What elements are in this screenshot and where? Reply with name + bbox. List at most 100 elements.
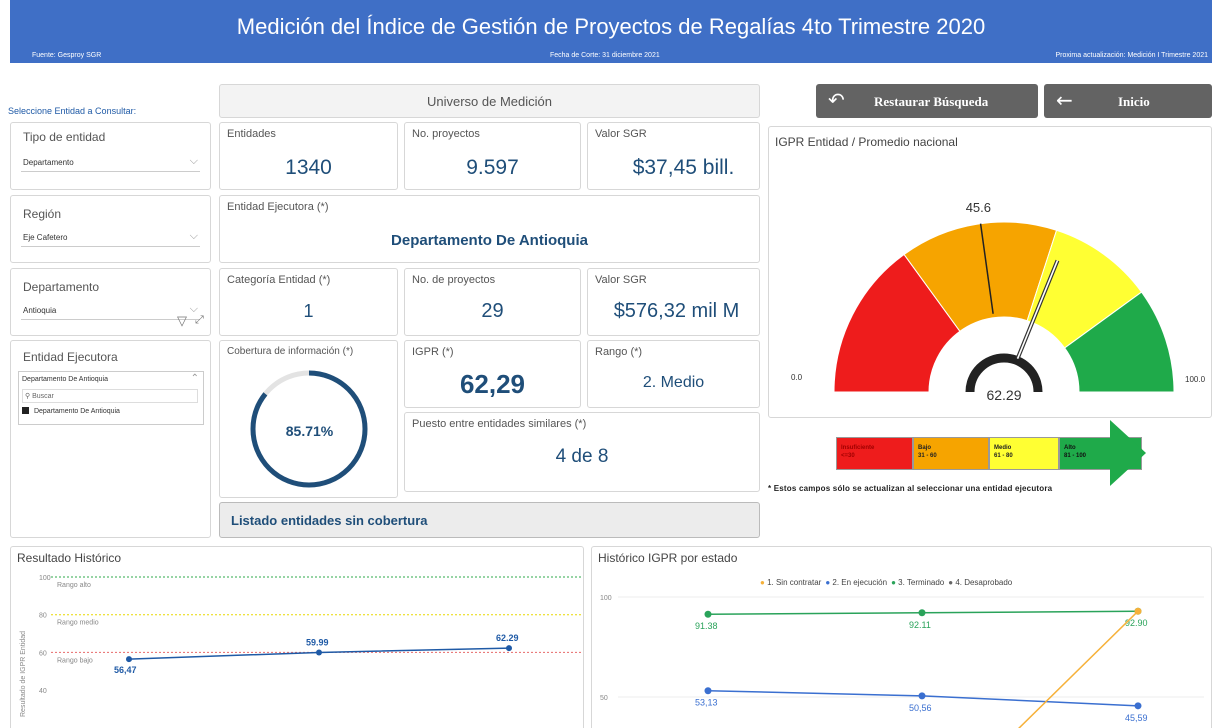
y-tick-label: 80 [39,613,47,620]
reference-line-label: Rango alto [57,582,91,589]
kpi-no-proyectos: No. de proyectos 29 [404,268,581,336]
inicio-button[interactable]: ← Inicio [1044,84,1212,118]
gauge-target-label: 45.6 [966,200,991,215]
tipo-entidad-value: Departamento [23,158,74,167]
cobertura-card: Cobertura de información (*) 85.71% [219,340,398,498]
kpi-label: Valor SGR [595,274,647,286]
region-value: Eje Cafetero [23,233,68,242]
kpi-label: Rango (*) [595,346,643,358]
departamento-slicer: Departamento Antioquia ⌵ ▽ ⤢ [10,268,211,336]
restaurar-busqueda-button[interactable]: ↶ Restaurar Búsqueda [816,84,1038,118]
kpi-value: 1340 [285,156,332,179]
entidad-ejecutora-label: Entidad Ejecutora [23,350,118,364]
cobertura-value: 85.71% [285,423,334,439]
departamento-label: Departamento [23,280,100,294]
kpi-label: Categoría Entidad (*) [227,274,331,286]
entidad-ejecutora-card: Entidad Ejecutora (*) Departamento De An… [219,195,760,263]
estado-chart: 1005091.38 92.11 92.9053,1350,5645,59 [600,595,1204,728]
undo-arrow-icon: ↶ [828,88,845,112]
kpi-label: No. proyectos [412,128,480,140]
data-label: 59.99 [306,637,329,647]
chevron-down-icon: ⌵ [189,230,198,242]
entidad-ejecutora-name: Departamento De Antioquia [391,232,588,249]
historico-chart: Resultado de IGPR Entidad 100 80 60 40 Rango … [20,575,581,717]
checkbox-checked[interactable] [22,407,29,414]
kpi-value: 9.597 [466,156,519,179]
search-input[interactable]: ⚲ Buscar [22,389,198,403]
next-update-label: Proxima actualización: Medición I Trimes… [1055,52,1208,59]
sin-cobertura-label: Listado entidades sin cobertura [231,513,428,528]
update-note: * Estos campos sólo se actualizan al sel… [768,484,1053,493]
y-tick-label: 100 [39,575,51,582]
source-label: Fuente: Gesproy SGR [32,52,102,59]
kpi-categoria: Categoría Entidad (*) 1 [219,268,398,336]
region-dropdown[interactable]: Eje Cafetero ⌵ [21,229,200,247]
kpi-rango: Rango (*) 2. Medio [587,340,760,408]
focus-mode-icon[interactable]: ⤢ [195,314,204,327]
filter-heading: Seleccione Entidad a Consultar: [8,106,137,116]
data-label: 62.29 [496,633,519,643]
reference-line-label: Rango bajo [57,657,93,664]
legend-segment: Bajo 31 - 60 [913,437,989,470]
y-tick-label: 40 [39,688,47,695]
header-banner: Medición del Índice de Gestión de Proyec… [10,0,1212,63]
region-label: Región [23,207,62,221]
kpi-label: No. de proyectos [412,274,496,286]
data-label: 45,59 [1125,713,1148,723]
departamento-dropdown[interactable]: Antioquia ⌵ [21,302,200,320]
departamento-value: Antioquia [23,306,57,315]
universe-header: Universo de Medición [219,84,760,118]
chevron-up-icon[interactable]: ⌃ [191,373,199,384]
search-icon: ⚲ [25,393,31,400]
reference-line-label: Rango medio [57,620,99,627]
legend-arrow-head [1110,420,1146,486]
historico-chart-card: Resultado Histórico Resultado de IGPR En… [10,546,584,728]
data-label: 92.11 [909,620,931,630]
y-tick-label: 60 [39,650,47,657]
data-point[interactable] [704,610,712,618]
y-tick-label: 50 [600,695,608,702]
gauge-value-label: 62.29 [986,387,1021,403]
kpi-value: 4 de 8 [555,446,609,467]
list-item[interactable]: Departamento De Antioquia [22,407,120,415]
data-label: 56,47 [114,665,137,675]
kpi-label: Valor SGR [595,128,647,140]
tipo-entidad-dropdown[interactable]: Departamento ⌵ [21,154,200,172]
data-point[interactable] [704,687,712,695]
data-point[interactable] [126,656,132,663]
page-title: Medición del Índice de Gestión de Proyec… [236,14,986,39]
data-label: 91.38 [695,621,718,631]
kpi-label: Entidad Ejecutora (*) [227,201,329,213]
data-point[interactable] [918,609,926,617]
kpi-value: $576,32 mil M [613,300,740,322]
gauge-min-label: 0.0 [791,373,803,382]
kpi-igpr: IGPR (*) 62,29 [404,340,581,408]
kpi-valor-sgr: Valor SGR $37,45 bill. [587,122,760,190]
kpi-puesto: Puesto entre entidades similares (*) 4 d… [404,412,760,492]
data-point[interactable] [1134,702,1142,710]
entidad-ejecutora-value[interactable]: Departamento De Antioquia [22,376,108,383]
kpi-label: Cobertura de información (*) [227,346,354,357]
data-point[interactable] [1134,607,1142,615]
kpi-value: 1 [303,301,314,321]
sin-cobertura-button[interactable]: Listado entidades sin cobertura [219,502,760,538]
kpi-label: Entidades [227,128,276,140]
legend-segment: Insuficiente <=30 [836,437,913,470]
entidad-ejecutora-list: Departamento De Antioquia ⌃ ⚲ Buscar Dep… [18,371,204,425]
back-arrow-icon: ← [1056,88,1073,112]
data-point[interactable] [506,645,512,652]
restaurar-label: Restaurar Búsqueda [874,94,989,109]
tipo-entidad-slicer: Tipo de entidad Departamento ⌵ [10,122,211,190]
filter-icon[interactable]: ▽ [177,313,187,329]
list-item-label: Departamento De Antioquia [33,408,120,415]
tipo-entidad-label: Tipo de entidad [23,130,106,144]
kpi-value: 2. Medio [642,374,705,391]
kpi-valor-sgr-entidad: Valor SGR $576,32 mil M [587,268,760,336]
y-axis-label: Resultado de IGPR Entidad [20,631,27,717]
region-slicer: Región Eje Cafetero ⌵ [10,195,211,263]
kpi-entidades: Entidades 1340 [219,122,398,190]
data-point[interactable] [918,692,926,700]
kpi-value: 62,29 [459,369,526,399]
gauge-chart: 45.6 62.29 0.0 100.0 [791,200,1206,403]
data-point[interactable] [316,649,322,656]
